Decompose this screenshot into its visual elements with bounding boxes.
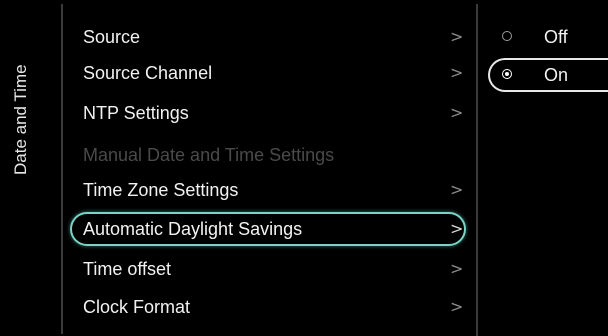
menu-item-ntp-settings[interactable]: NTP Settings > — [70, 96, 466, 130]
option-label: Off — [544, 27, 568, 47]
menu-item-label: Clock Format — [83, 297, 191, 317]
chevron-right-icon: > — [450, 297, 464, 316]
options-panel: Off On — [488, 20, 608, 100]
menu-item-label: Source — [83, 27, 141, 47]
menu-item-clock-format[interactable]: Clock Format > — [70, 290, 466, 324]
sidebar: Date and Time — [0, 0, 60, 336]
option-off[interactable]: Off — [488, 20, 608, 54]
divider — [61, 4, 63, 334]
chevron-right-icon: > — [450, 259, 464, 278]
option-label: On — [544, 65, 569, 85]
chevron-right-icon: > — [450, 63, 464, 82]
menu-item-label: Automatic Daylight Savings — [83, 219, 303, 239]
settings-menu: Source > Source Channel > NTP Settings >… — [70, 20, 470, 336]
menu-item-source[interactable]: Source > — [70, 20, 466, 54]
menu-item-time-zone-settings[interactable]: Time Zone Settings > — [70, 173, 466, 207]
menu-item-label: NTP Settings — [83, 103, 189, 123]
chevron-right-icon: > — [450, 180, 464, 199]
option-on[interactable]: On — [488, 58, 608, 92]
chevron-right-icon: > — [450, 219, 464, 238]
menu-item-source-channel[interactable]: Source Channel > — [70, 56, 466, 90]
menu-item-label: Time offset — [83, 259, 172, 279]
menu-item-label: Source Channel — [83, 63, 213, 83]
chevron-right-icon: > — [450, 103, 464, 122]
menu-item-label: Manual Date and Time Settings — [83, 145, 335, 165]
menu-item-manual-date-time: Manual Date and Time Settings — [70, 138, 466, 172]
menu-item-label: Time Zone Settings — [83, 180, 239, 200]
sidebar-title: Date and Time — [11, 64, 30, 175]
menu-item-time-offset[interactable]: Time offset > — [70, 252, 466, 286]
divider — [476, 4, 478, 336]
menu-item-automatic-daylight-savings[interactable]: Automatic Daylight Savings > — [70, 212, 466, 246]
chevron-right-icon: > — [450, 27, 464, 46]
radio-checked-icon — [502, 69, 512, 79]
radio-unchecked-icon — [502, 31, 512, 41]
